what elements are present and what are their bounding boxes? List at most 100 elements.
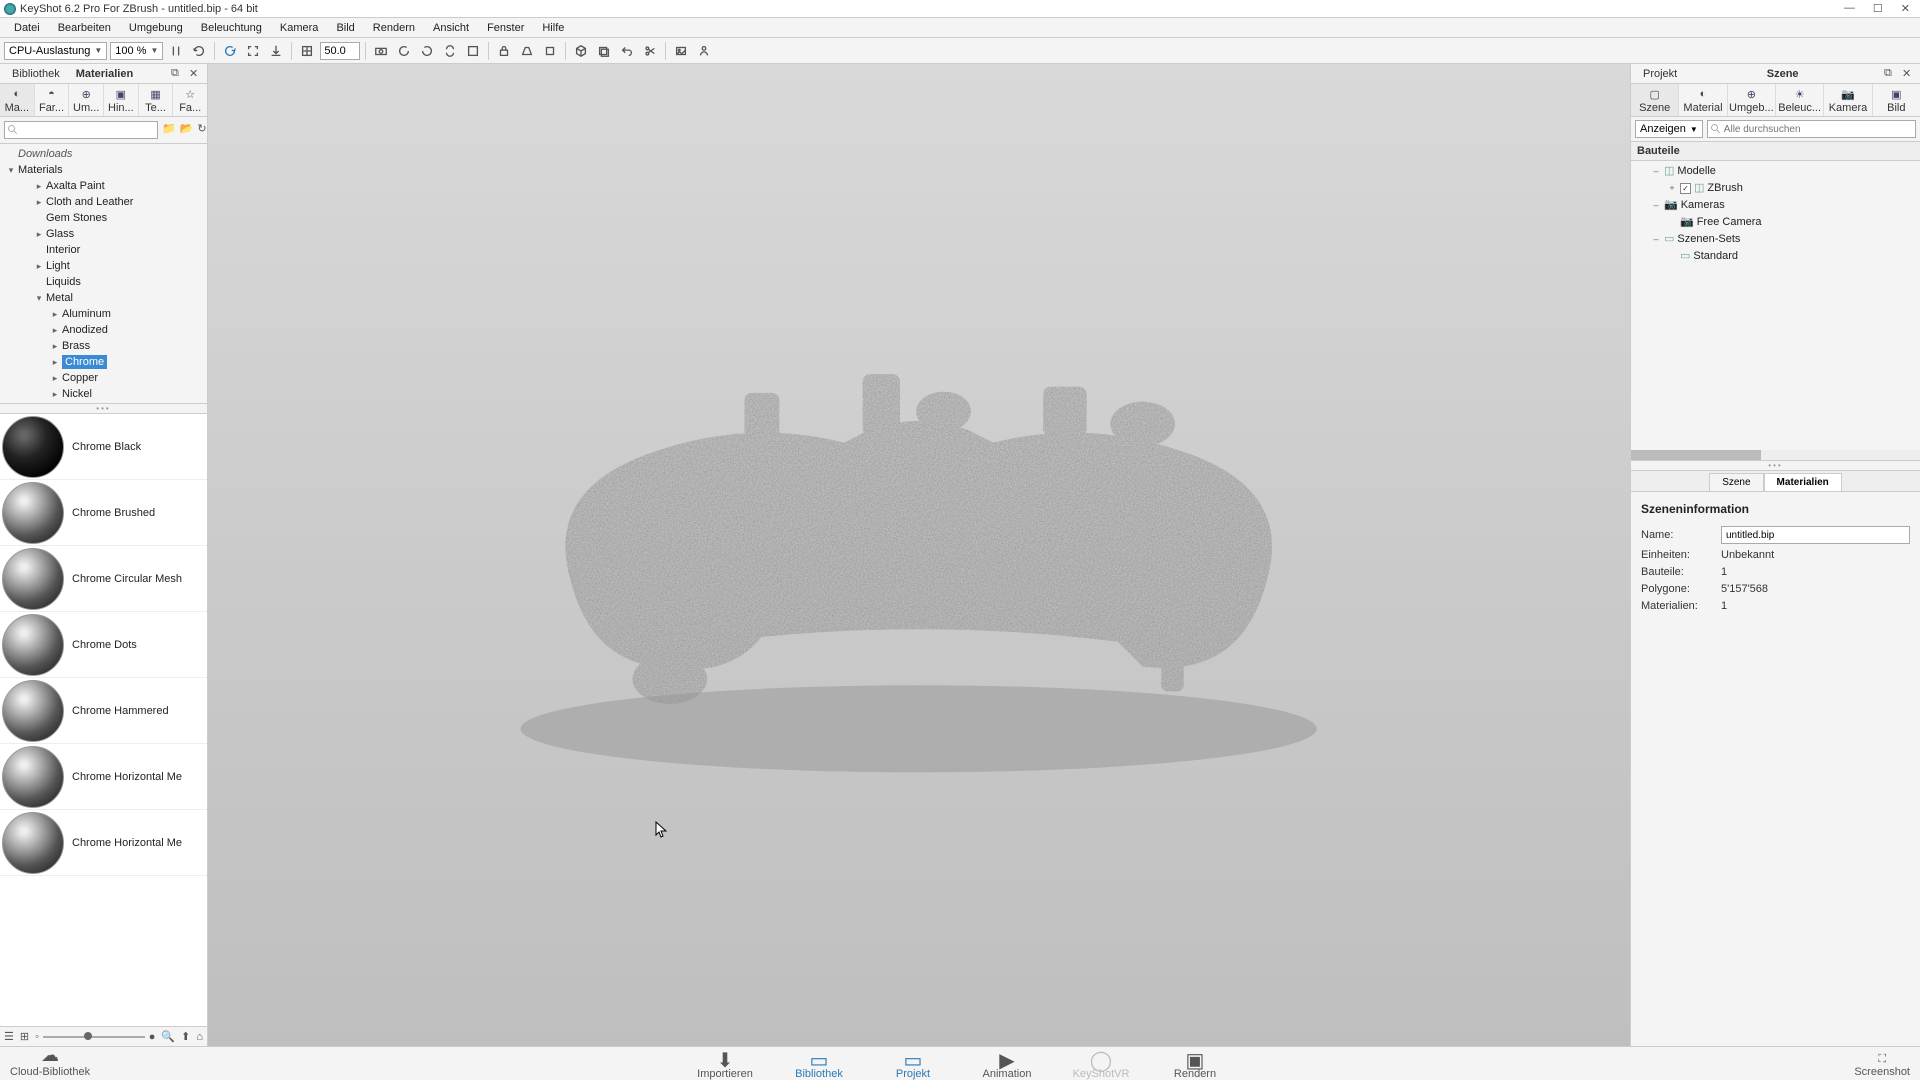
- tab-bibliothek[interactable]: Bibliothek: [4, 66, 68, 82]
- layers-icon[interactable]: [594, 41, 614, 61]
- menu-bearbeiten[interactable]: Bearbeiten: [50, 20, 119, 36]
- reload-icon[interactable]: [220, 41, 240, 61]
- cat-environments[interactable]: ⊕Um...: [69, 84, 104, 116]
- ortho-icon[interactable]: [540, 41, 560, 61]
- scene-node-modelle[interactable]: –◫Modelle: [1631, 163, 1920, 180]
- horizontal-scrollbar[interactable]: [1631, 450, 1920, 460]
- tree-item-interior[interactable]: Interior: [0, 242, 207, 258]
- refresh-icon[interactable]: [189, 41, 209, 61]
- scene-node-free-camera[interactable]: 📷Free Camera: [1631, 214, 1920, 231]
- menu-fenster[interactable]: Fenster: [479, 20, 532, 36]
- tree-item-aluminum[interactable]: ▸Aluminum: [0, 306, 207, 322]
- tree-downloads[interactable]: Downloads: [18, 147, 72, 161]
- visibility-checkbox[interactable]: ✓: [1680, 183, 1691, 194]
- tree-item-nickel[interactable]: ▸Nickel: [0, 386, 207, 402]
- download-icon[interactable]: [266, 41, 286, 61]
- screenshot-button[interactable]: ⛶ Screenshot: [1854, 1053, 1910, 1078]
- scene-node-szenen-sets[interactable]: –▭Szenen-Sets: [1631, 231, 1920, 248]
- tree-item-chrome[interactable]: ▸Chrome: [0, 354, 207, 370]
- show-filter-dropdown[interactable]: Anzeigen▼: [1635, 120, 1703, 138]
- material-thumb-chrome-circular-mesh[interactable]: Chrome Circular Mesh: [0, 546, 207, 612]
- pcat-environment[interactable]: ⊕Umgeb...: [1728, 84, 1776, 116]
- undock-right-icon[interactable]: ⧉: [1884, 67, 1898, 81]
- camera-icon[interactable]: [371, 41, 391, 61]
- menu-kamera[interactable]: Kamera: [272, 20, 327, 36]
- bottom-importieren-button[interactable]: ⬇Importieren: [693, 1048, 757, 1080]
- tree-item-glass[interactable]: ▸Glass: [0, 226, 207, 242]
- bottom-projekt-button[interactable]: ▭Projekt: [881, 1048, 945, 1080]
- material-tree[interactable]: Downloads ▾Materials ▸Axalta Paint▸Cloth…: [0, 144, 207, 404]
- material-thumb-chrome-dots[interactable]: Chrome Dots: [0, 612, 207, 678]
- tree-item-metal[interactable]: ▾Metal: [0, 290, 207, 306]
- tree-item-brass[interactable]: ▸Brass: [0, 338, 207, 354]
- scene-node-standard[interactable]: ▭Standard: [1631, 248, 1920, 265]
- tree-item-cloth-and-leather[interactable]: ▸Cloth and Leather: [0, 194, 207, 210]
- upload-icon[interactable]: ⬆: [181, 1030, 190, 1043]
- sync-icon[interactable]: [440, 41, 460, 61]
- scene-node-zbrush[interactable]: +✓◫ZBrush: [1631, 180, 1920, 197]
- scissors-icon[interactable]: [640, 41, 660, 61]
- minimize-button[interactable]: —: [1844, 2, 1855, 15]
- menu-datei[interactable]: Datei: [6, 20, 48, 36]
- pcat-camera[interactable]: 📷Kamera: [1824, 84, 1872, 116]
- pcat-material[interactable]: ◐Material: [1679, 84, 1727, 116]
- cat-colors[interactable]: ◓Far...: [35, 84, 70, 116]
- tree-materials[interactable]: Materials: [18, 163, 63, 177]
- tab-materialien[interactable]: Materialien: [68, 66, 141, 82]
- pcat-image[interactable]: ▣Bild: [1873, 84, 1920, 116]
- material-thumb-chrome-hammered[interactable]: Chrome Hammered: [0, 678, 207, 744]
- subtab-szene[interactable]: Szene: [1709, 473, 1763, 491]
- subtab-materialien[interactable]: Materialien: [1764, 473, 1842, 491]
- undock-icon[interactable]: ⧉: [171, 67, 185, 81]
- bottom-bibliothek-button[interactable]: ▭Bibliothek: [787, 1048, 851, 1080]
- bottom-rendern-button[interactable]: ▣Rendern: [1163, 1048, 1227, 1080]
- cpu-usage-dropdown[interactable]: CPU-Auslastung▼: [4, 42, 107, 60]
- cat-materials[interactable]: ◐Ma...: [0, 84, 35, 116]
- menu-rendern[interactable]: Rendern: [365, 20, 423, 36]
- rotate-left-icon[interactable]: [394, 41, 414, 61]
- menu-bild[interactable]: Bild: [328, 20, 362, 36]
- list-view-icon[interactable]: ☰: [4, 1030, 14, 1043]
- home-icon[interactable]: ⌂: [196, 1031, 203, 1043]
- material-thumb-chrome-brushed[interactable]: Chrome Brushed: [0, 480, 207, 546]
- menu-umgebung[interactable]: Umgebung: [121, 20, 191, 36]
- pcat-szene[interactable]: ▢Szene: [1631, 84, 1679, 116]
- cube-icon[interactable]: [571, 41, 591, 61]
- tree-item-gem-stones[interactable]: Gem Stones: [0, 210, 207, 226]
- zoom-in-icon[interactable]: ●: [149, 1031, 156, 1043]
- close-panel-icon[interactable]: ✕: [189, 67, 203, 81]
- tree-item-axalta-paint[interactable]: ▸Axalta Paint: [0, 178, 207, 194]
- splitter-handle-right[interactable]: •••: [1631, 461, 1920, 471]
- cpu-percent-dropdown[interactable]: 100 %▼: [110, 42, 163, 60]
- scene-search-input[interactable]: [1707, 120, 1916, 138]
- fullscreen-icon[interactable]: [243, 41, 263, 61]
- rotate-right-icon[interactable]: [417, 41, 437, 61]
- tree-item-anodized[interactable]: ▸Anodized: [0, 322, 207, 338]
- pause-icon[interactable]: [166, 41, 186, 61]
- menu-beleuchtung[interactable]: Beleuchtung: [193, 20, 270, 36]
- tab-szene[interactable]: Szene: [1759, 66, 1807, 82]
- close-button[interactable]: ✕: [1901, 2, 1910, 15]
- perspective-icon[interactable]: [517, 41, 537, 61]
- material-thumb-chrome-horizontal-me[interactable]: Chrome Horizontal Me: [0, 744, 207, 810]
- scene-node-kameras[interactable]: –📷Kameras: [1631, 197, 1920, 214]
- cat-textures[interactable]: ▦Te...: [139, 84, 174, 116]
- library-search-input[interactable]: [4, 121, 158, 139]
- material-thumb-chrome-horizontal-me[interactable]: Chrome Horizontal Me: [0, 810, 207, 876]
- cat-favorites[interactable]: ☆Fa...: [173, 84, 207, 116]
- maximize-button[interactable]: ☐: [1873, 2, 1883, 15]
- focal-length-input[interactable]: 50.0: [320, 42, 360, 60]
- menu-hilfe[interactable]: Hilfe: [534, 20, 572, 36]
- cloud-library-button[interactable]: ☁ Cloud-Bibliothek: [10, 1045, 90, 1078]
- grid-icon[interactable]: [297, 41, 317, 61]
- image-icon[interactable]: [671, 41, 691, 61]
- zoom-out-icon[interactable]: ◦: [35, 1031, 39, 1043]
- pcat-lighting[interactable]: ☀Beleuc...: [1776, 84, 1824, 116]
- person-icon[interactable]: [694, 41, 714, 61]
- material-thumb-chrome-black[interactable]: Chrome Black: [0, 414, 207, 480]
- view-icon[interactable]: [463, 41, 483, 61]
- lock-icon[interactable]: [494, 41, 514, 61]
- render-viewport[interactable]: [208, 64, 1630, 1046]
- scene-name-input[interactable]: [1721, 526, 1910, 544]
- tree-item-light[interactable]: ▸Light: [0, 258, 207, 274]
